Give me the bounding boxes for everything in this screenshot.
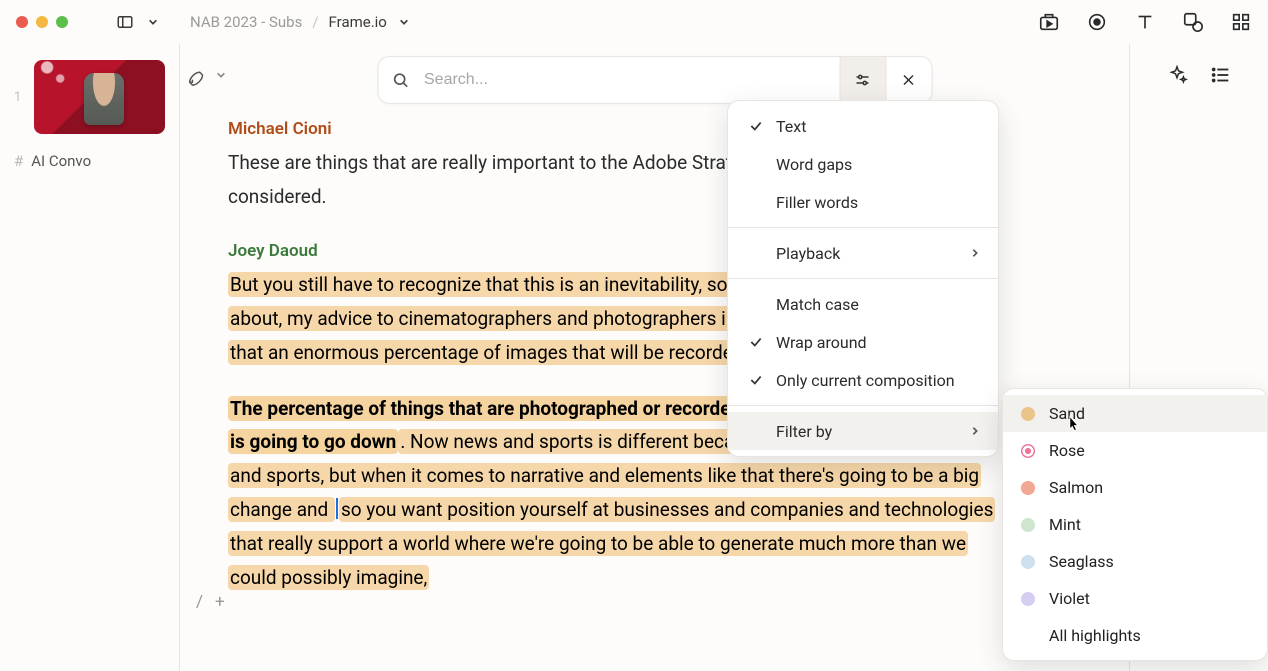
chevron-down-icon[interactable] [148, 13, 158, 31]
chevron-down-icon[interactable] [399, 13, 409, 31]
color-swatch-icon [1021, 555, 1035, 569]
search-input[interactable] [422, 70, 839, 90]
filter-color-violet[interactable]: Violet [1003, 580, 1267, 617]
color-swatch-icon [1021, 592, 1035, 606]
searchbar [377, 56, 932, 104]
menu-item-wrap-around[interactable]: Wrap around [728, 323, 998, 361]
sidebar: 1 # AI Convo [0, 44, 180, 671]
menu-item-label: Filler words [776, 193, 980, 212]
toolbar-right [1038, 11, 1252, 33]
media-icon[interactable] [1038, 11, 1060, 33]
color-swatch-icon [1021, 481, 1035, 495]
titlebar: NAB 2023 - Subs / Frame.io [0, 0, 1268, 44]
menu-item-filler-words[interactable]: Filler words [728, 183, 998, 221]
grid-icon[interactable] [1230, 11, 1252, 33]
outline-icon[interactable] [1210, 64, 1232, 86]
filter-color-salmon[interactable]: Salmon [1003, 469, 1267, 506]
clip-label-row[interactable]: # AI Convo [14, 152, 165, 170]
breadcrumb-parent[interactable]: NAB 2023 - Subs [190, 13, 302, 31]
menu-item-label: Mint [1049, 515, 1249, 534]
menu-item-label: Playback [776, 244, 970, 263]
filter-color-mint[interactable]: Mint [1003, 506, 1267, 543]
clip-label: AI Convo [31, 152, 91, 170]
menu-item-filter-by[interactable]: Filter by [728, 412, 998, 450]
sidebar-toggle-icon[interactable] [116, 13, 134, 31]
chevron-right-icon [970, 248, 980, 258]
text-tool-icon[interactable] [1134, 11, 1156, 33]
menu-item-label: Text [776, 117, 980, 136]
gutter-slash[interactable]: / [196, 592, 203, 612]
line-gutter: / + [196, 592, 225, 612]
check-icon [746, 119, 766, 133]
doc-tools [186, 64, 226, 86]
clip-thumbnail[interactable] [34, 60, 165, 134]
search-filter-button[interactable] [839, 57, 885, 103]
check-icon [746, 335, 766, 349]
menu-item-label: Filter by [776, 422, 970, 441]
filter-color-seaglass[interactable]: Seaglass [1003, 543, 1267, 580]
check-icon [746, 373, 766, 387]
clip-index: 1 [14, 90, 24, 105]
breadcrumb: NAB 2023 - Subs / Frame.io [190, 13, 409, 31]
color-swatch-icon [1021, 407, 1035, 421]
menu-item-match-case[interactable]: Match case [728, 285, 998, 323]
record-icon[interactable] [1086, 11, 1108, 33]
menu-item-label: Only current composition [776, 371, 980, 390]
menu-item-label: All highlights [1049, 626, 1249, 645]
menu-item-label: Salmon [1049, 478, 1249, 497]
sparkle-icon[interactable] [1166, 64, 1188, 86]
menu-item-label: Match case [776, 295, 980, 314]
color-swatch-icon [1021, 518, 1035, 532]
search-options-menu: Text Word gaps Filler words Playback Mat… [727, 100, 999, 457]
zoom-window-button[interactable] [56, 16, 68, 28]
menu-item-label: Violet [1049, 589, 1249, 608]
search-actions [839, 57, 931, 103]
menu-item-label: Sand [1049, 404, 1249, 423]
search-icon [390, 70, 410, 90]
breadcrumb-separator: / [312, 13, 318, 31]
menu-item-label: Word gaps [776, 155, 980, 174]
menu-item-label: Rose [1049, 441, 1249, 460]
chevron-right-icon [970, 426, 980, 436]
menu-item-label: Seaglass [1049, 552, 1249, 571]
menu-item-label: Wrap around [776, 333, 980, 352]
highlight-sand[interactable]: so you want position yourself at busines… [228, 497, 995, 590]
pen-icon[interactable] [186, 64, 208, 86]
search-close-button[interactable] [885, 57, 931, 103]
menu-separator [728, 278, 998, 279]
shapes-icon[interactable] [1182, 11, 1204, 33]
filter-color-sand[interactable]: Sand [1003, 395, 1267, 432]
menu-separator [728, 227, 998, 228]
breadcrumb-current[interactable]: Frame.io [329, 13, 387, 31]
menu-separator [728, 405, 998, 406]
filter-by-submenu: Sand Rose Salmon Mint Seaglass Violet Al… [1002, 388, 1268, 661]
text-caret [336, 498, 338, 519]
filter-color-rose[interactable]: Rose [1003, 432, 1267, 469]
menu-item-text[interactable]: Text [728, 107, 998, 145]
window-controls [16, 16, 68, 28]
menu-item-playback[interactable]: Playback [728, 234, 998, 272]
filter-color-all[interactable]: All highlights [1003, 617, 1267, 654]
close-window-button[interactable] [16, 16, 28, 28]
color-swatch-icon [1021, 444, 1035, 458]
chevron-down-icon[interactable] [216, 70, 226, 80]
menu-item-word-gaps[interactable]: Word gaps [728, 145, 998, 183]
hash-icon: # [14, 152, 23, 170]
gutter-plus[interactable]: + [215, 592, 225, 612]
clip-thumbnail-row[interactable]: 1 [14, 60, 165, 134]
minimize-window-button[interactable] [36, 16, 48, 28]
menu-item-only-current[interactable]: Only current composition [728, 361, 998, 399]
